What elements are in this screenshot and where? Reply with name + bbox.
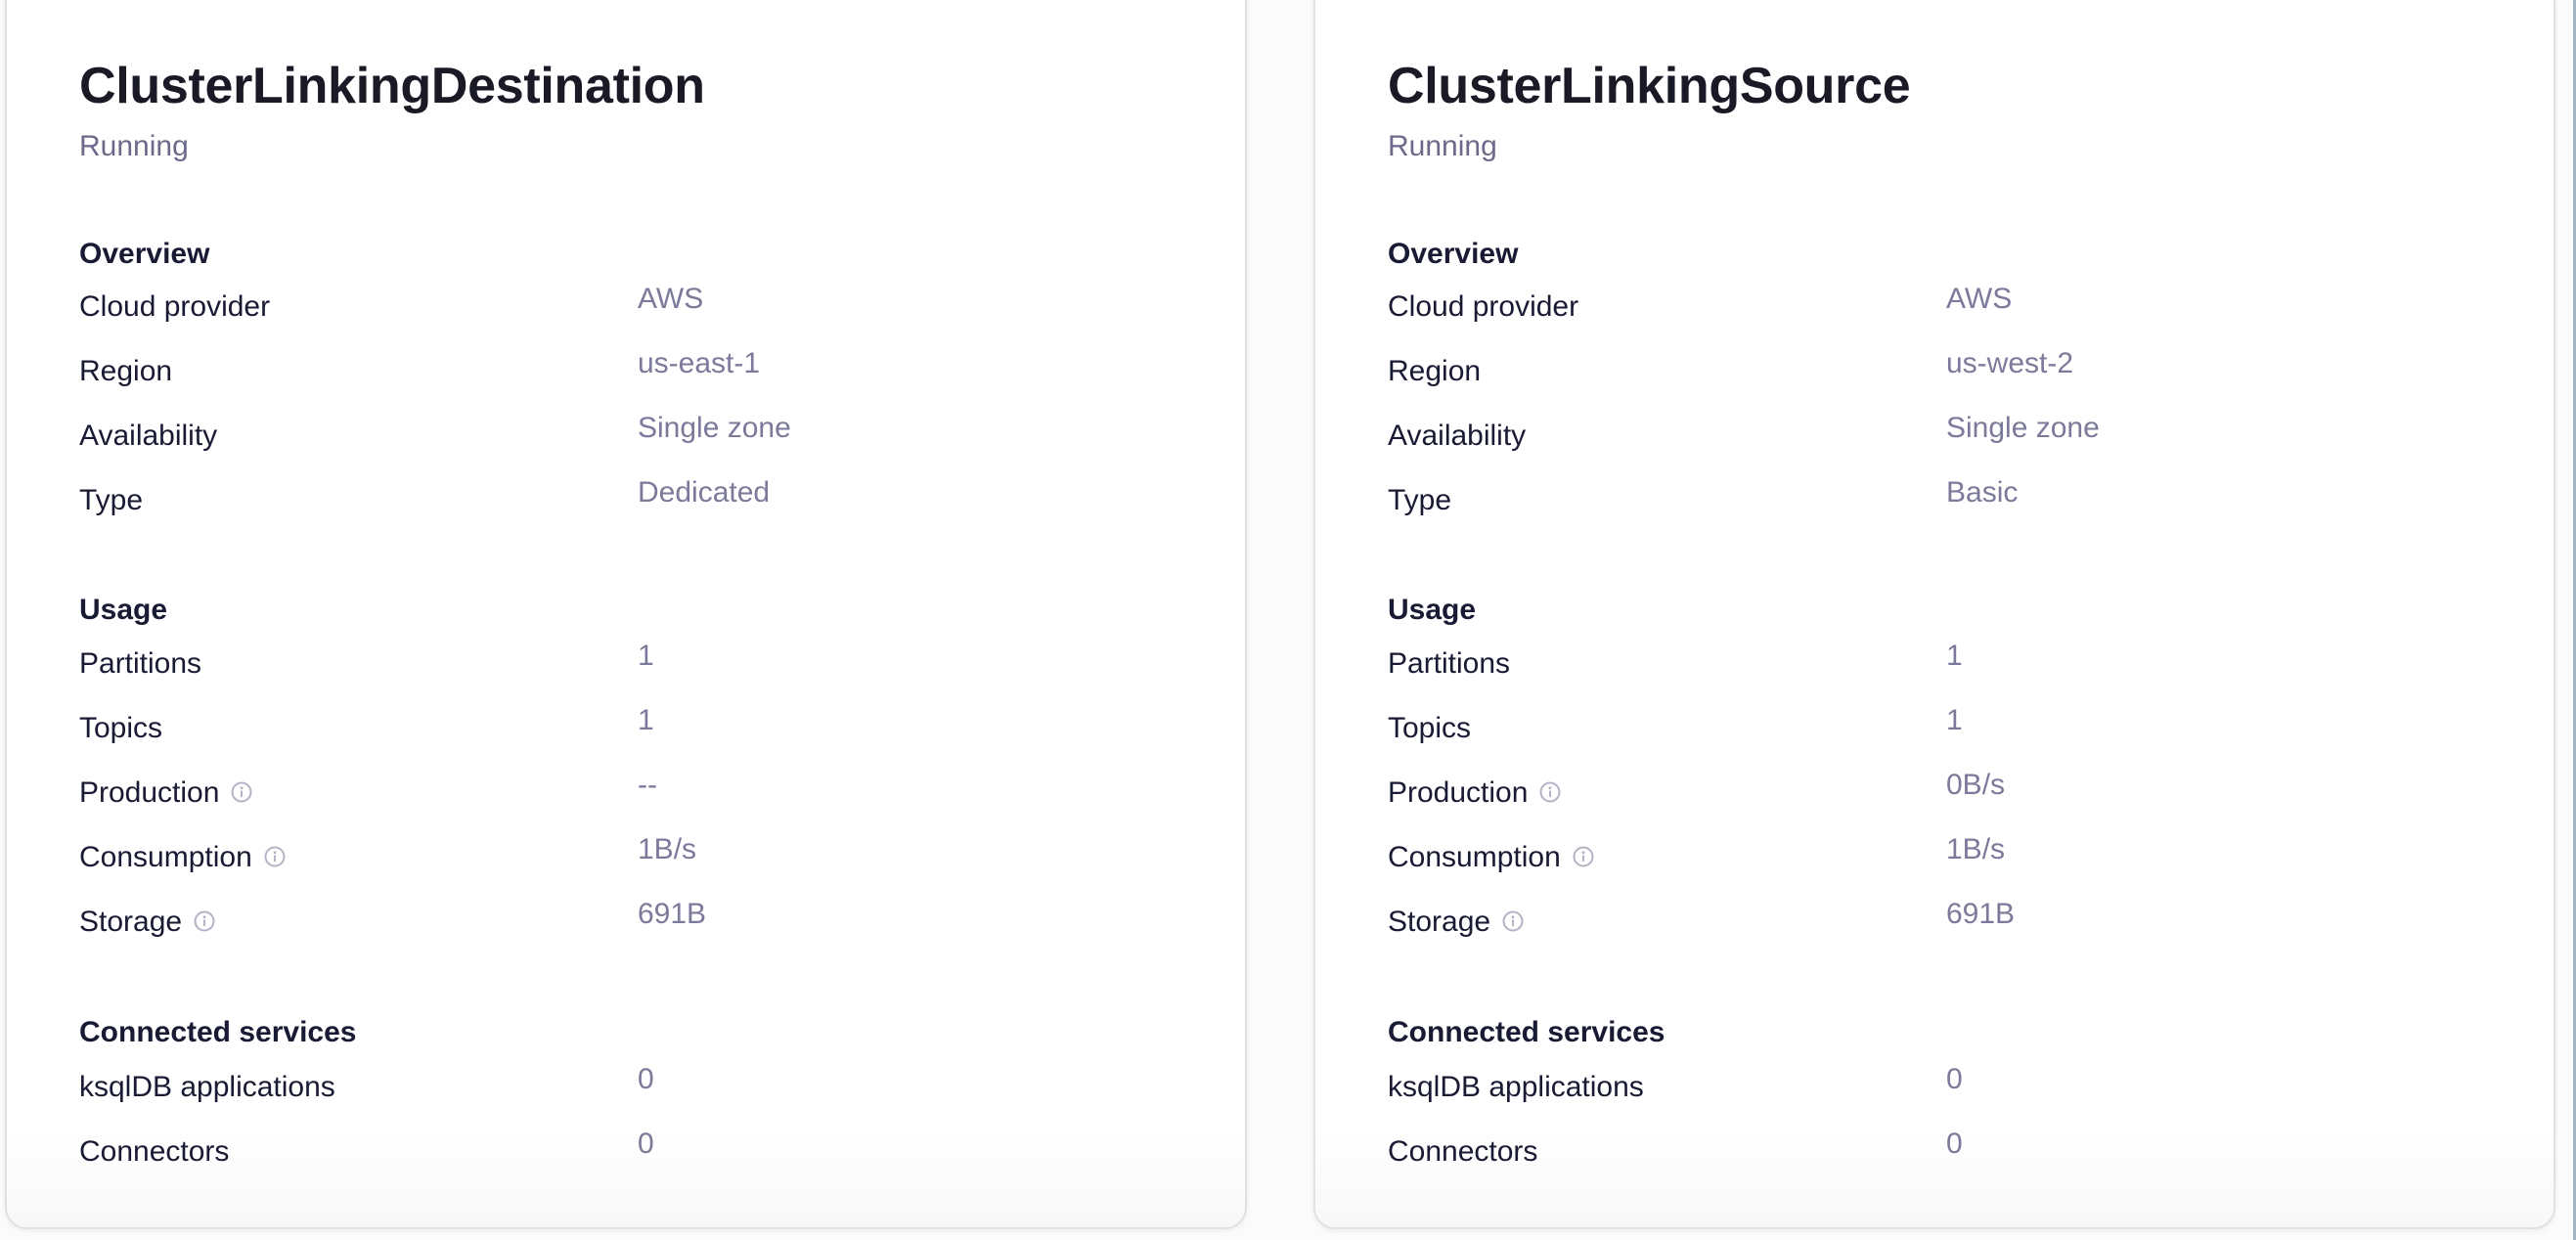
row-label-with-info: Consumption xyxy=(1388,843,1594,872)
row-value: 1B/s xyxy=(1946,833,2006,865)
overview-heading: Overview xyxy=(1388,238,1519,270)
row-value: Basic xyxy=(1946,476,2019,509)
row-label: Cloud provider xyxy=(1388,290,1579,323)
row-label: Region xyxy=(79,355,173,387)
overview-row-availability: Availability Single zone xyxy=(79,414,1245,461)
info-circle-icon[interactable] xyxy=(231,781,252,803)
usage-row-storage: Storage 691B xyxy=(1388,900,2554,947)
row-label: ksqlDB applications xyxy=(79,1071,335,1103)
row-value: -- xyxy=(638,769,657,801)
overview-heading: Overview xyxy=(79,238,210,270)
row-value: 0 xyxy=(638,1063,654,1095)
row-label: Topics xyxy=(1388,712,1472,744)
overview-row-region: Region us-east-1 xyxy=(79,349,1245,396)
usage-row-production: Production 0B/s xyxy=(1388,771,2554,818)
row-label-with-info: Storage xyxy=(79,908,215,937)
row-value: 0 xyxy=(1946,1063,1963,1095)
row-label-text: Storage xyxy=(1388,906,1491,938)
usage-row-topics: Topics 1 xyxy=(1388,706,2554,753)
cluster-card-source[interactable]: ClusterLinkingSource Running Overview Cl… xyxy=(1313,0,2555,1229)
usage-row-topics: Topics 1 xyxy=(79,706,1245,753)
row-value: 691B xyxy=(1946,898,2016,930)
row-value: 1 xyxy=(1946,640,1963,672)
cluster-name[interactable]: ClusterLinkingSource xyxy=(1388,61,1911,111)
usage-row-production: Production -- xyxy=(79,771,1245,818)
row-label-with-info: Production xyxy=(1388,778,1561,808)
row-value: 0B/s xyxy=(1946,769,2006,801)
row-label-with-info: Production xyxy=(79,778,252,808)
row-value: Dedicated xyxy=(638,476,771,509)
overview-row-region: Region us-west-2 xyxy=(1388,349,2554,396)
cluster-comparison-page: ClusterLinkingDestination Running Overvi… xyxy=(0,0,2576,1240)
row-label: Partitions xyxy=(79,647,202,680)
row-value: 0 xyxy=(638,1128,654,1160)
cluster-name[interactable]: ClusterLinkingDestination xyxy=(79,61,705,111)
row-label-with-info: Consumption xyxy=(79,843,286,872)
usage-heading: Usage xyxy=(79,594,168,626)
row-label: Availability xyxy=(1388,420,1527,452)
connected-services-heading: Connected services xyxy=(79,1016,357,1048)
row-label-text: Consumption xyxy=(1388,841,1561,873)
row-value: 1 xyxy=(1946,704,1963,736)
usage-row-partitions: Partitions 1 xyxy=(79,642,1245,688)
row-value: 1B/s xyxy=(638,833,697,865)
row-label: Partitions xyxy=(1388,647,1511,680)
row-value: AWS xyxy=(1946,283,2013,315)
connected-row-connectors: Connectors 0 xyxy=(1388,1129,2554,1176)
row-value: Single zone xyxy=(638,412,791,444)
usage-row-partitions: Partitions 1 xyxy=(1388,642,2554,688)
overview-row-availability: Availability Single zone xyxy=(1388,414,2554,461)
overview-row-type: Type Dedicated xyxy=(79,478,1245,525)
connected-row-ksqldb: ksqlDB applications 0 xyxy=(79,1065,1245,1112)
row-value: 0 xyxy=(1946,1128,1963,1160)
row-label-text: Consumption xyxy=(79,841,252,873)
usage-heading: Usage xyxy=(1388,594,1477,626)
usage-row-consumption: Consumption 1B/s xyxy=(1388,835,2554,882)
connected-services-heading: Connected services xyxy=(1388,1016,1666,1048)
cluster-status: Running xyxy=(1388,130,1497,162)
row-value: 691B xyxy=(638,898,707,930)
info-circle-icon[interactable] xyxy=(1539,781,1561,803)
cluster-status: Running xyxy=(79,130,189,162)
row-value: AWS xyxy=(638,283,704,315)
row-label-with-info: Storage xyxy=(1388,908,1524,937)
overview-row-cloud-provider: Cloud provider AWS xyxy=(1388,285,2554,332)
row-label: Availability xyxy=(79,420,218,452)
usage-row-consumption: Consumption 1B/s xyxy=(79,835,1245,882)
usage-row-storage: Storage 691B xyxy=(79,900,1245,947)
info-circle-icon[interactable] xyxy=(1502,910,1524,932)
row-label: Type xyxy=(1388,484,1452,516)
row-value: Single zone xyxy=(1946,412,2100,444)
row-value: 1 xyxy=(638,640,654,672)
row-label: Type xyxy=(79,484,144,516)
row-value: us-east-1 xyxy=(638,347,761,379)
connected-row-connectors: Connectors 0 xyxy=(79,1129,1245,1176)
row-label: Connectors xyxy=(79,1135,230,1168)
row-value: us-west-2 xyxy=(1946,347,2074,379)
row-label-text: Production xyxy=(79,776,220,809)
info-circle-icon[interactable] xyxy=(264,846,286,867)
row-label: Connectors xyxy=(1388,1135,1538,1168)
row-label: Cloud provider xyxy=(79,290,271,323)
row-value: 1 xyxy=(638,704,654,736)
row-label-text: Production xyxy=(1388,776,1529,809)
overview-row-type: Type Basic xyxy=(1388,478,2554,525)
info-circle-icon[interactable] xyxy=(1573,846,1594,867)
row-label: Topics xyxy=(79,712,163,744)
row-label: ksqlDB applications xyxy=(1388,1071,1644,1103)
cluster-card-destination[interactable]: ClusterLinkingDestination Running Overvi… xyxy=(5,0,1247,1229)
row-label: Region xyxy=(1388,355,1482,387)
row-label-text: Storage xyxy=(79,906,183,938)
overview-row-cloud-provider: Cloud provider AWS xyxy=(79,285,1245,332)
info-circle-icon[interactable] xyxy=(194,910,215,932)
connected-row-ksqldb: ksqlDB applications 0 xyxy=(1388,1065,2554,1112)
